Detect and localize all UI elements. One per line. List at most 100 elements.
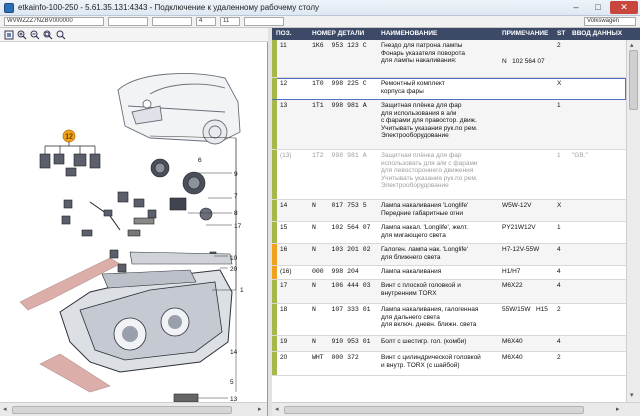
zoom-out-icon[interactable] [30, 30, 40, 40]
cell-part-number: 1T2 998 981 A [312, 152, 367, 159]
table-row[interactable]: 20 WHT 000 372 Винт с цилиндрической гол… [272, 352, 626, 376]
cell-note: H7-12V-55W [502, 246, 540, 253]
cell-part-number: N 106 444 03 [312, 282, 371, 289]
cell-pos: 13 [280, 102, 288, 109]
table-row[interactable]: 11 1K6 953 123 C Гнездо для патрона ламп… [272, 40, 626, 78]
scroll-thumb[interactable] [12, 406, 232, 414]
cell-part-number: WHT 000 372 [312, 354, 359, 361]
scroll-left-icon[interactable]: ◂ [3, 405, 7, 413]
table-vertical-scrollbar[interactable]: ▴ ▾ [626, 40, 640, 402]
cell-pos: 20 [280, 354, 288, 361]
svg-text:10: 10 [230, 255, 238, 262]
table-row[interactable]: 13 1T1 998 981 A Защитная плёнка для фар… [272, 100, 626, 150]
cell-st: X [557, 202, 562, 209]
table-row[interactable]: (16) 000 998 204 Лампа накаливания H1/H7… [272, 266, 626, 280]
row-marker [272, 100, 277, 149]
cell-part-number: N 102 564 07 [312, 224, 371, 231]
col-header-note[interactable]: ПРИМЕЧАНИЕ [502, 30, 548, 37]
window-titlebar: etkainfo-100-250 - 5.61.35.131:4343 - По… [0, 0, 640, 16]
cell-note: PY21W12V [502, 224, 536, 231]
col-header-name[interactable]: НАИМЕНОВАНИЕ [381, 30, 437, 37]
toolbar-field-6[interactable] [244, 17, 284, 26]
cell-part-number: 1K6 953 123 C [312, 42, 367, 49]
svg-text:14: 14 [230, 349, 238, 356]
cell-st: 4 [557, 268, 561, 275]
cell-part-number: N 910 953 01 [312, 338, 371, 345]
scroll-up-icon[interactable]: ▴ [630, 41, 634, 49]
illustration-horizontal-scrollbar[interactable]: ◂ ▸ [0, 402, 267, 416]
svg-text:7: 7 [234, 193, 238, 200]
row-marker [272, 352, 277, 375]
cell-pos: 11 [280, 42, 287, 49]
table-horizontal-scrollbar[interactable]: ◂ ▸ [272, 402, 640, 416]
vin-field[interactable]: WVWZZZ7NZBV000000 [4, 17, 104, 26]
cell-pos: 16 [280, 246, 288, 253]
scroll-thumb[interactable] [629, 50, 638, 110]
table-row[interactable]: 17 N 106 444 03 Винт с плоской головкой … [272, 280, 626, 304]
headlight-exploded-diagram: 12 6 9 7 8 17 10 20 1 14 5 13 [19, 73, 244, 402]
row-marker [272, 40, 277, 77]
table-row[interactable]: 19 N 910 953 01 Болт с шестигр. гол. (ко… [272, 336, 626, 352]
cell-pos: 12 [280, 80, 288, 87]
cell-name: Защитная плёнка для фар для использовани… [381, 102, 478, 139]
cell-note: M6X40 [502, 338, 523, 345]
cell-note: M6X40 [502, 354, 523, 361]
maximize-button[interactable]: □ [588, 1, 608, 14]
col-header-data-entry[interactable]: ВВОД ДАННЫХ [572, 30, 622, 37]
toolbar-field-5[interactable]: 11 [220, 17, 240, 26]
toolbar: WVWZZZ7NZBV000000 4 11 Volkswagen [0, 16, 640, 28]
table-row[interactable]: 16 N 103 201 02 Галоген. лампа нак. 'Lon… [272, 244, 626, 266]
row-marker [272, 200, 277, 221]
svg-text:20: 20 [230, 266, 238, 273]
col-header-pos[interactable]: ПОЗ. [276, 30, 292, 37]
cell-pos: 14 [280, 202, 288, 209]
cell-st: 4 [557, 338, 561, 345]
cell-name: Лампа накаливания 'Longlife' Передние га… [381, 202, 469, 217]
close-button[interactable]: ✕ [610, 1, 638, 14]
cell-st: 2 [557, 306, 561, 313]
cell-st: 2 [557, 42, 561, 49]
zoom-fit-icon[interactable] [4, 30, 14, 40]
zoom-reset-icon[interactable] [56, 30, 66, 40]
row-marker [272, 336, 277, 351]
col-header-st[interactable]: ST [557, 30, 565, 37]
cell-name: Болт с шестигр. гол. (комби) [381, 338, 467, 345]
table-row[interactable]: 12 1T0 998 225 C Ремонтный комплект корп… [272, 78, 626, 100]
scroll-right-icon[interactable]: ▸ [258, 405, 262, 413]
table-row[interactable]: 14 N 017 753 5 Лампа накаливания 'Longli… [272, 200, 626, 222]
svg-text:5: 5 [230, 379, 234, 386]
table-row[interactable]: 18 N 107 333 01 Лампа накаливания, галог… [272, 304, 626, 336]
row-marker [272, 244, 277, 265]
scroll-left-icon[interactable]: ◂ [275, 405, 279, 413]
cell-name: Защитная плёнка для фар использовать для… [381, 152, 478, 189]
cell-name: Лампа накаливания, галогенная для дальне… [381, 306, 479, 328]
table-row[interactable]: 15 N 102 564 07 Лампа накал. 'Longlife',… [272, 222, 626, 244]
scroll-thumb[interactable] [284, 406, 584, 414]
cell-name: Галоген. лампа нак. 'Longlife' для ближн… [381, 246, 469, 261]
row-marker [272, 266, 277, 279]
scroll-down-icon[interactable]: ▾ [630, 391, 634, 399]
zoom-area-icon[interactable] [43, 30, 53, 40]
toolbar-field-4[interactable]: 4 [196, 17, 216, 26]
toolbar-field-3[interactable] [152, 17, 192, 26]
row-marker [272, 222, 277, 243]
col-header-part-number[interactable]: НОМЕР ДЕТАЛИ [312, 30, 364, 37]
brand-select[interactable]: Volkswagen [584, 17, 636, 26]
cell-part-number: N 103 201 02 [312, 246, 371, 253]
zoom-in-icon[interactable] [17, 30, 27, 40]
remote-desktop-icon [4, 3, 14, 13]
svg-text:12: 12 [65, 134, 73, 141]
toolbar-field-2[interactable] [108, 17, 148, 26]
scroll-right-icon[interactable]: ▸ [616, 405, 620, 413]
cell-note: H1/H7 [502, 268, 521, 275]
cell-note: M6X22 [502, 282, 523, 289]
car-silhouette [117, 73, 241, 145]
minimize-button[interactable]: – [566, 1, 586, 14]
cell-st: 2 [557, 354, 561, 361]
table-row[interactable]: (13) 1T2 998 981 A Защитная плёнка для ф… [272, 150, 626, 200]
window-title: etkainfo-100-250 - 5.61.35.131:4343 - По… [18, 3, 319, 12]
svg-text:6: 6 [198, 157, 202, 164]
parts-table-header: ПОЗ. НОМЕР ДЕТАЛИ НАИМЕНОВАНИЕ ПРИМЕЧАНИ… [272, 28, 640, 40]
row-marker [272, 150, 277, 199]
cell-data-entry: "GB." [572, 152, 588, 159]
